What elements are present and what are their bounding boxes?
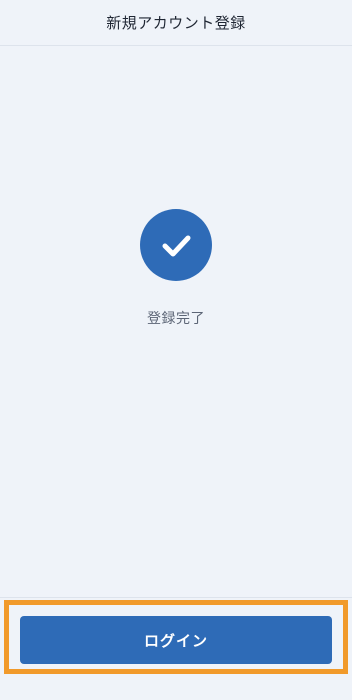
login-button[interactable]: ログイン xyxy=(20,616,332,664)
header-bar: 新規アカウント登録 xyxy=(0,0,352,46)
registration-complete-text: 登録完了 xyxy=(147,311,205,327)
check-icon xyxy=(162,235,191,257)
footer-divider xyxy=(0,597,352,598)
page-title: 新規アカウント登録 xyxy=(106,14,246,32)
success-badge xyxy=(140,209,212,281)
